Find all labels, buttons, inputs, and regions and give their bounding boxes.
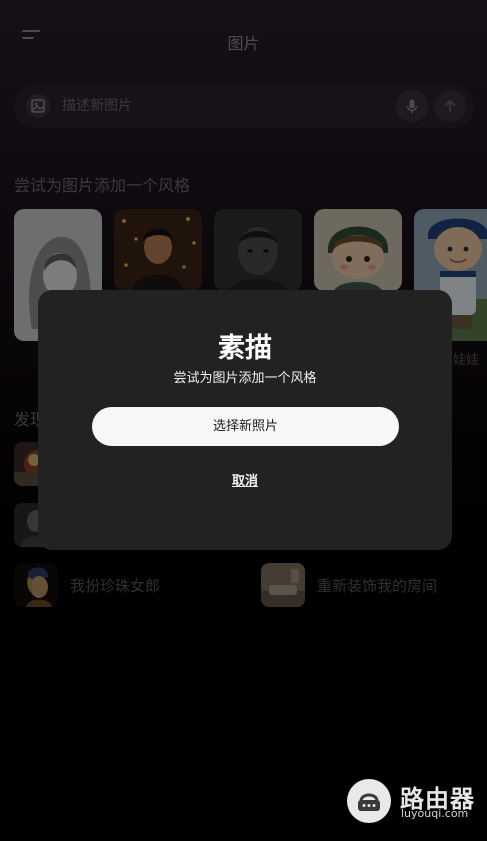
- dialog-title: 素描: [218, 333, 272, 364]
- cancel-button[interactable]: 取消: [38, 470, 452, 489]
- router-logo-icon: [347, 779, 391, 823]
- style-dialog: 素描 尝试为图片添加一个风格 选择新照片 取消: [38, 290, 452, 550]
- watermark-url: luyouqi.com: [401, 807, 469, 820]
- choose-new-photo-button[interactable]: 选择新照片: [92, 407, 399, 446]
- dialog-subtitle: 尝试为图片添加一个风格: [173, 371, 317, 386]
